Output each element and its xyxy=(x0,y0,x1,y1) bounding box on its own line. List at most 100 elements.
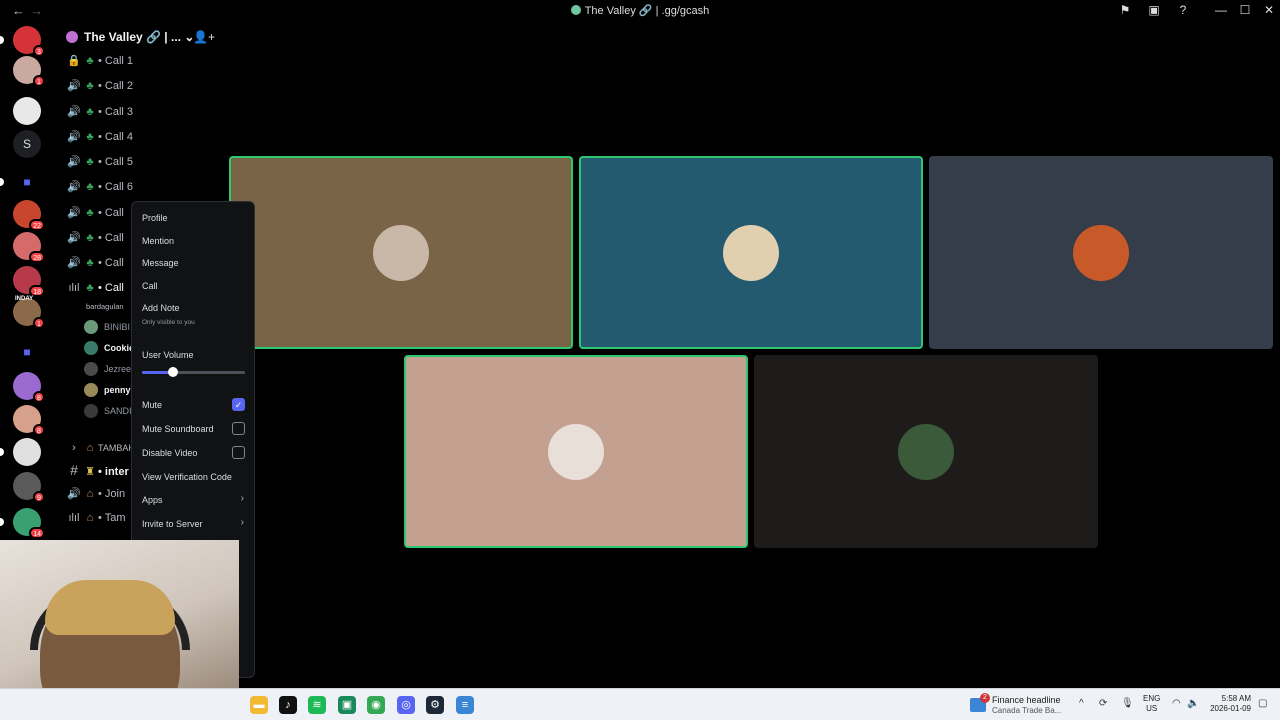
trophy-icon: ♜ xyxy=(85,466,95,478)
voice-channel[interactable]: 🔒 ♣ • Call 1 xyxy=(66,54,133,74)
avatar xyxy=(84,320,98,334)
mute-soundboard-toggle[interactable]: Mute Soundboard xyxy=(142,424,214,434)
inbox-flag-icon[interactable]: ⚑ xyxy=(1117,3,1133,17)
speaker-icon: 🔊 xyxy=(67,156,81,168)
voice-channel[interactable]: 🔊 ♣ • Call xyxy=(66,256,124,276)
server-icon[interactable]: 3 xyxy=(13,26,45,57)
screen-icon[interactable]: ▣ xyxy=(1146,3,1162,17)
notepad-icon[interactable]: ≡ xyxy=(456,696,474,714)
checkbox[interactable]: ✓ xyxy=(232,398,245,411)
channel-name: • Call 4 xyxy=(98,131,134,143)
call-item[interactable]: Call xyxy=(142,281,158,291)
speaker-icon: 🔊 xyxy=(67,488,81,500)
unread-badge: 22 xyxy=(29,219,45,231)
voice-channel[interactable]: 🔊 ⌂ • Join xyxy=(66,487,125,507)
clock-date: 2026-01-09 xyxy=(1210,704,1251,713)
user-avatar xyxy=(1073,224,1129,281)
notification-icon[interactable]: ▢ xyxy=(1258,698,1267,709)
server-icon[interactable]: 28 xyxy=(13,232,45,263)
unread-badge: 3 xyxy=(33,45,45,57)
voice-channel[interactable]: 🔊 ♣ • Call 2 xyxy=(66,79,133,99)
chevron-right-icon: › xyxy=(240,517,244,528)
invite-to-server-item[interactable]: Invite to Server xyxy=(142,519,203,529)
video-tile[interactable] xyxy=(404,355,748,548)
tiktok-icon[interactable]: ♪ xyxy=(279,696,297,714)
app-green-icon[interactable]: ▣ xyxy=(338,696,356,714)
folder-icon[interactable]: ■ xyxy=(13,168,41,196)
voice-channel[interactable]: 🔊 ♣ • Call xyxy=(66,206,124,226)
unread-badge: 9 xyxy=(33,491,45,503)
system-clock[interactable]: 5:58 AM 2026-01-09 xyxy=(1205,694,1251,714)
volume-knob[interactable] xyxy=(167,367,178,377)
disable-video-toggle[interactable]: Disable Video xyxy=(142,448,197,458)
minimize-button[interactable]: — xyxy=(1213,3,1229,17)
volume-icon[interactable]: 🔈 xyxy=(1187,698,1199,709)
checkbox[interactable] xyxy=(232,422,245,435)
server-icon[interactable]: 8 xyxy=(13,405,45,436)
news-subtitle: Canada Trade Ba... xyxy=(992,706,1062,715)
chrome-icon[interactable]: ◉ xyxy=(367,696,385,714)
mention-item[interactable]: Mention xyxy=(142,236,174,246)
view-verification-code[interactable]: View Verification Code xyxy=(142,472,232,482)
message-item[interactable]: Message xyxy=(142,258,179,268)
server-icon[interactable] xyxy=(13,438,41,466)
text-channel[interactable]: # ♜ • inter xyxy=(66,462,129,482)
microphone-icon[interactable]: 🎙 xyxy=(1121,698,1134,709)
discord-icon[interactable]: ◎ xyxy=(397,696,415,714)
checkbox[interactable] xyxy=(232,446,245,459)
unread-badge: 28 xyxy=(29,251,45,263)
server-icon[interactable]: 1 INDAY xyxy=(13,296,45,329)
server-icon[interactable]: 9 xyxy=(13,472,45,503)
apps-menu-item[interactable]: Apps xyxy=(142,495,163,505)
maximize-button[interactable]: ☐ xyxy=(1237,3,1253,17)
add-note-item[interactable]: Add Note xyxy=(142,303,180,313)
steam-icon[interactable]: ⚙ xyxy=(426,696,444,714)
server-header[interactable]: The Valley 🔗 | ... ⌄ xyxy=(66,30,194,44)
file-explorer-icon[interactable]: ▬ xyxy=(250,696,268,714)
voice-channel[interactable]: 🔊 ♣ • Call xyxy=(66,231,124,251)
video-tile[interactable] xyxy=(229,156,573,349)
language-indicator[interactable]: ENG US xyxy=(1143,694,1160,714)
server-icon[interactable]: 14 xyxy=(13,508,45,539)
video-tile[interactable] xyxy=(579,156,923,349)
server-icon[interactable]: S xyxy=(13,130,41,158)
server-icon[interactable] xyxy=(13,97,41,125)
voice-channel[interactable]: 🔊 ♣ • Call 3 xyxy=(66,105,133,125)
help-icon[interactable]: ? xyxy=(1175,3,1191,17)
server-icon[interactable]: 1 xyxy=(13,56,45,87)
voice-channel[interactable]: ılıl ♣ • Call xyxy=(66,282,124,302)
voice-channel[interactable]: ılıl ⌂ • Tam xyxy=(66,512,126,532)
avatar xyxy=(84,341,98,355)
add-member-icon[interactable]: 👤+ xyxy=(193,30,215,44)
close-button[interactable]: ✕ xyxy=(1261,3,1277,17)
video-tile[interactable] xyxy=(929,156,1273,349)
voice-channel[interactable]: 🔊 ♣ • Call 6 xyxy=(66,180,133,200)
profile-item[interactable]: Profile xyxy=(142,213,168,223)
server-icon[interactable]: 18 xyxy=(13,266,45,297)
video-tile[interactable] xyxy=(754,355,1098,548)
chevron-up-icon[interactable]: ^ xyxy=(1079,698,1084,709)
voice-user[interactable]: BINIBI xyxy=(84,320,130,338)
mute-toggle[interactable]: Mute xyxy=(142,400,162,410)
voice-channel[interactable]: 🔊 ♣ • Call 4 xyxy=(66,130,133,150)
voice-user-name: Cookie xyxy=(104,343,135,353)
clover-icon: ♣ xyxy=(86,55,94,67)
server-icon[interactable]: 22 xyxy=(13,200,45,231)
chevron-right-icon: › xyxy=(240,493,244,504)
voice-user[interactable]: penny xyxy=(84,383,131,401)
speaker-icon: 🔊 xyxy=(67,207,81,219)
user-volume-slider[interactable] xyxy=(142,367,245,377)
voice-user[interactable]: SANDI xyxy=(84,404,132,422)
sync-icon[interactable]: ⟳ xyxy=(1099,698,1107,709)
spotify-icon[interactable]: ≋ xyxy=(308,696,326,714)
channel-name: • Call 6 xyxy=(98,181,134,193)
voice-user[interactable]: Cookie xyxy=(84,341,134,359)
wifi-icon[interactable]: ◠ xyxy=(1172,698,1181,709)
house-icon: ⌂ xyxy=(86,488,94,500)
server-icon[interactable]: 8 xyxy=(13,372,45,403)
clover-icon: ♣ xyxy=(86,156,94,168)
category-header[interactable]: › ⌂ TAMBAHA xyxy=(66,442,141,462)
voice-user[interactable]: Jezree xyxy=(84,362,131,380)
folder-icon[interactable]: ■ xyxy=(13,338,41,366)
voice-channel[interactable]: 🔊 ♣ • Call 5 xyxy=(66,155,133,175)
